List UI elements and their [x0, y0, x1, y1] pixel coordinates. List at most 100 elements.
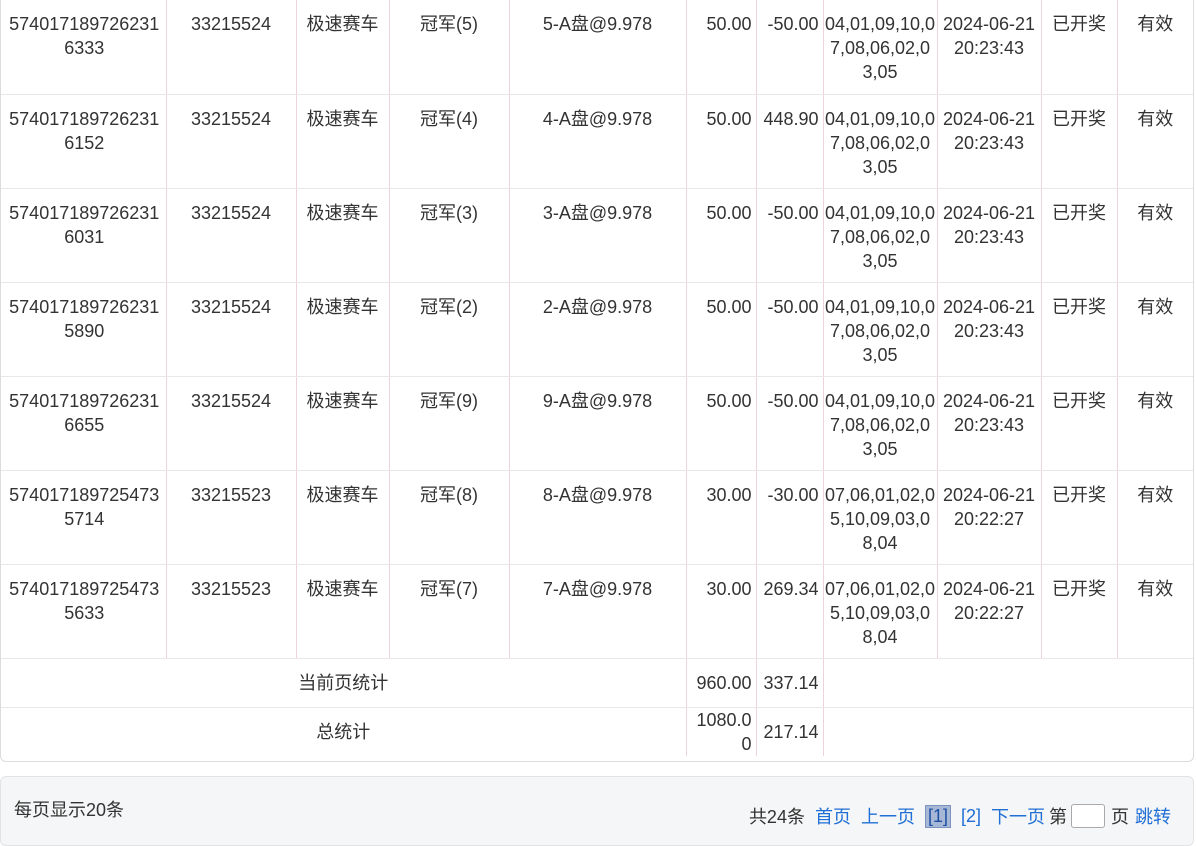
bet-time-cell: 2024-06-21 20:23:43 [937, 282, 1042, 377]
win-loss-cell: -50.00 [756, 282, 824, 377]
next-page-link[interactable]: 下一页 [991, 803, 1045, 829]
game-name-cell: 极速赛车 [296, 564, 390, 659]
page-stat-label: 当前页统计 [1, 658, 687, 708]
game-name-cell: 极速赛车 [296, 376, 390, 471]
win-loss-cell: -30.00 [756, 470, 824, 565]
table-row: 5740171897262316031 33215524 极速赛车 冠军(3) 3-A盘… [1, 188, 1193, 283]
table-row: 5740171897254735714 33215523 极速赛车 冠军(8) 8-A盘… [1, 470, 1193, 565]
page-size-text: 每页显示20条 [14, 800, 125, 820]
page-stat-amount: 960.00 [686, 658, 757, 708]
bet-time-cell: 2024-06-21 20:23:43 [937, 0, 1042, 95]
validity-cell: 有效 [1117, 0, 1193, 95]
total-stat-filler [823, 707, 1193, 756]
bet-content-cell: 4-A盘@9.978 [509, 94, 687, 189]
play-type-cell: 冠军(2) [389, 282, 510, 377]
draw-result-cell: 04,01,09,10,07,08,06,02,03,05 [823, 94, 938, 189]
total-stat-amount: 1080.00 [686, 707, 757, 756]
win-loss-cell: -50.00 [756, 188, 824, 283]
prev-page-link[interactable]: 上一页 [861, 803, 915, 829]
bet-records-table-container: 5740171897262316333 33215524 极速赛车 冠军(5) 5-A盘… [0, 0, 1194, 762]
bet-amount-cell: 30.00 [686, 564, 757, 659]
bet-amount-cell: 50.00 [686, 376, 757, 471]
goto-suffix-text: 页 [1111, 807, 1129, 827]
game-name-cell: 极速赛车 [296, 188, 390, 283]
bet-records-table: 5740171897262316333 33215524 极速赛车 冠军(5) 5-A盘… [1, 0, 1193, 756]
play-type-cell: 冠军(8) [389, 470, 510, 565]
bet-time-cell: 2024-06-21 20:22:27 [937, 470, 1042, 565]
bet-amount-cell: 50.00 [686, 282, 757, 377]
issue-number-cell: 33215523 [166, 470, 297, 565]
win-loss-cell: 269.34 [756, 564, 824, 659]
play-type-cell: 冠军(4) [389, 94, 510, 189]
table-row: 5740171897262315890 33215524 极速赛车 冠军(2) 2-A盘… [1, 282, 1193, 377]
game-name-cell: 极速赛车 [296, 94, 390, 189]
draw-result-cell: 04,01,09,10,07,08,06,02,03,05 [823, 0, 938, 95]
draw-result-cell: 07,06,01,02,05,10,09,03,08,04 [823, 564, 938, 659]
bet-content-cell: 9-A盘@9.978 [509, 376, 687, 471]
bet-content-cell: 8-A盘@9.978 [509, 470, 687, 565]
order-number-cell: 5740171897254735714 [1, 470, 167, 565]
draw-result-cell: 07,06,01,02,05,10,09,03,08,04 [823, 470, 938, 565]
first-page-link[interactable]: 首页 [815, 803, 851, 829]
draw-status-cell: 已开奖 [1041, 470, 1118, 565]
order-number-cell: 5740171897262316152 [1, 94, 167, 189]
total-count-text: 共24条 [748, 807, 805, 827]
issue-number-cell: 33215524 [166, 94, 297, 189]
game-name-cell: 极速赛车 [296, 470, 390, 565]
play-type-cell: 冠军(3) [389, 188, 510, 283]
jump-button[interactable]: 跳转 [1135, 803, 1171, 829]
bet-amount-cell: 50.00 [686, 188, 757, 283]
total-stat-win: 217.14 [756, 707, 824, 756]
validity-cell: 有效 [1117, 376, 1193, 471]
game-name-cell: 极速赛车 [296, 282, 390, 377]
page-navigation: 共24条 首页 上一页 [1] [2] 下一页 第 页 跳转 [749, 802, 1171, 830]
order-number-cell: 5740171897262316655 [1, 376, 167, 471]
validity-cell: 有效 [1117, 282, 1193, 377]
play-type-cell: 冠军(7) [389, 564, 510, 659]
bet-amount-cell: 50.00 [686, 94, 757, 189]
draw-result-cell: 04,01,09,10,07,08,06,02,03,05 [823, 376, 938, 471]
total-stat-label: 总统计 [1, 707, 687, 756]
page-stat-filler [823, 658, 1193, 708]
issue-number-cell: 33215524 [166, 376, 297, 471]
win-loss-cell: -50.00 [756, 376, 824, 471]
order-number-cell: 5740171897262315890 [1, 282, 167, 377]
order-number-cell: 5740171897262316333 [1, 0, 167, 95]
validity-cell: 有效 [1117, 470, 1193, 565]
table-row: 5740171897254735633 33215523 极速赛车 冠军(7) 7-A盘… [1, 564, 1193, 659]
validity-cell: 有效 [1117, 94, 1193, 189]
draw-status-cell: 已开奖 [1041, 0, 1118, 95]
validity-cell: 有效 [1117, 564, 1193, 659]
draw-status-cell: 已开奖 [1041, 564, 1118, 659]
bet-content-cell: 5-A盘@9.978 [509, 0, 687, 95]
draw-status-cell: 已开奖 [1041, 188, 1118, 283]
goto-prefix-text: 第 [1049, 807, 1067, 827]
page-stat-row: 当前页统计 960.00 337.14 [1, 658, 1193, 708]
page-2-link[interactable]: [2] [961, 806, 981, 827]
draw-status-cell: 已开奖 [1041, 94, 1118, 189]
page-stat-win: 337.14 [756, 658, 824, 708]
game-name-cell: 极速赛车 [296, 0, 390, 95]
bet-amount-cell: 50.00 [686, 0, 757, 95]
bet-time-cell: 2024-06-21 20:22:27 [937, 564, 1042, 659]
play-type-cell: 冠军(9) [389, 376, 510, 471]
bet-time-cell: 2024-06-21 20:23:43 [937, 94, 1042, 189]
order-number-cell: 5740171897254735633 [1, 564, 167, 659]
order-number-cell: 5740171897262316031 [1, 188, 167, 283]
draw-result-cell: 04,01,09,10,07,08,06,02,03,05 [823, 188, 938, 283]
pagination-bar: 每页显示20条 共24条 首页 上一页 [1] [2] 下一页 第 页 跳转 [0, 776, 1194, 846]
table-row: 5740171897262316655 33215524 极速赛车 冠军(9) 9-A盘… [1, 376, 1193, 471]
issue-number-cell: 33215524 [166, 282, 297, 377]
table-row: 5740171897262316152 33215524 极速赛车 冠军(4) 4-A盘… [1, 94, 1193, 189]
issue-number-cell: 33215524 [166, 188, 297, 283]
bet-amount-cell: 30.00 [686, 470, 757, 565]
stats-body: 当前页统计 960.00 337.14 总统计 1080.00 217.14 [1, 658, 1193, 756]
draw-result-cell: 04,01,09,10,07,08,06,02,03,05 [823, 282, 938, 377]
win-loss-cell: 448.90 [756, 94, 824, 189]
table-body: 5740171897262316333 33215524 极速赛车 冠军(5) 5-A盘… [1, 0, 1193, 659]
goto-page-input[interactable] [1071, 804, 1105, 828]
bet-time-cell: 2024-06-21 20:23:43 [937, 376, 1042, 471]
current-page-indicator: [1] [924, 804, 951, 828]
issue-number-cell: 33215524 [166, 0, 297, 95]
draw-status-cell: 已开奖 [1041, 282, 1118, 377]
